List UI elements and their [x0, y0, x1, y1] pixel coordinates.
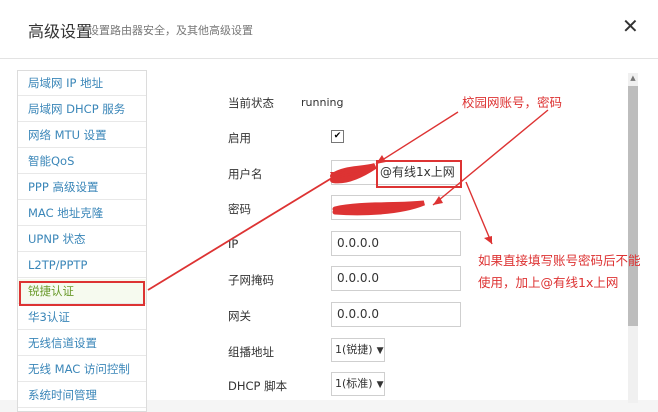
- sidebar: 局域网 IP 地址 局域网 DHCP 服务 网络 MTU 设置 智能QoS PP…: [17, 70, 147, 412]
- sidebar-item-qos[interactable]: 智能QoS: [18, 149, 146, 174]
- ip-label: IP: [228, 237, 239, 251]
- dialog-header: 高级设置 设置路由器安全，及其他高级设置 ✕: [0, 0, 658, 59]
- sidebar-item-system-time[interactable]: 系统时间管理: [18, 383, 146, 408]
- scroll-up-icon[interactable]: ▲: [628, 73, 638, 83]
- chevron-down-icon: ▼: [376, 380, 384, 390]
- sidebar-item-lan-ip[interactable]: 局域网 IP 地址: [18, 71, 146, 96]
- username-label: 用户名: [228, 167, 263, 181]
- scrollbar-thumb[interactable]: [628, 86, 638, 326]
- subnet-mask-label: 子网掩码: [228, 273, 274, 287]
- enable-checkbox[interactable]: ✔: [331, 130, 344, 143]
- arrow-to-side-note: [465, 181, 493, 245]
- sidebar-item-wireless-channel[interactable]: 无线信道设置: [18, 331, 146, 356]
- sidebar-item-wireless-mac[interactable]: 无线 MAC 访问控制: [18, 357, 146, 382]
- advanced-settings-dialog: 高级设置 设置路由器安全，及其他高级设置 ✕ 局域网 IP 地址 局域网 DHC…: [0, 0, 658, 412]
- multicast-select-value: 1(锐捷): [335, 343, 373, 356]
- arrow-to-username: [375, 111, 459, 165]
- sidebar-item-lan-dhcp[interactable]: 局域网 DHCP 服务: [18, 97, 146, 122]
- ip-input[interactable]: 0.0.0.0: [331, 231, 461, 256]
- gateway-input[interactable]: 0.0.0.0: [331, 302, 461, 327]
- dhcp-script-select[interactable]: 1(标准) ▼: [331, 372, 385, 396]
- highlight-box-username: [376, 160, 462, 188]
- sidebar-item-ppp[interactable]: PPP 高级设置: [18, 175, 146, 200]
- annotation-account-password: 校园网账号，密码: [462, 95, 563, 110]
- password-input[interactable]: [331, 195, 461, 220]
- dhcp-script-label: DHCP 脚本: [228, 379, 288, 393]
- sidebar-item-h3c-auth[interactable]: 华3认证: [18, 305, 146, 330]
- sidebar-item-l2tp[interactable]: L2TP/PPTP: [18, 253, 146, 278]
- sidebar-item-upnp[interactable]: UPNP 状态: [18, 227, 146, 252]
- enable-label: 启用: [228, 131, 251, 145]
- dhcp-script-select-value: 1(标准): [335, 377, 373, 390]
- sidebar-item-mtu[interactable]: 网络 MTU 设置: [18, 123, 146, 148]
- subnet-mask-input[interactable]: 0.0.0.0: [331, 266, 461, 291]
- gateway-label: 网关: [228, 309, 251, 323]
- multicast-label: 组播地址: [228, 345, 274, 359]
- status-label: 当前状态: [228, 96, 274, 110]
- highlight-box-ruijie: [19, 281, 145, 306]
- dialog-subtitle: 设置路由器安全，及其他高级设置: [88, 24, 253, 37]
- close-icon[interactable]: ✕: [622, 16, 639, 36]
- annotation-note-line1: 如果直接填写账号密码后不能: [478, 253, 641, 268]
- chevron-down-icon: ▼: [376, 346, 384, 356]
- arrow-head-side-note: [484, 236, 492, 244]
- multicast-select[interactable]: 1(锐捷) ▼: [331, 338, 385, 362]
- status-value: running: [301, 96, 344, 109]
- password-label: 密码: [228, 202, 251, 216]
- annotation-note-line2: 使用，加上@有线1x上网: [478, 275, 619, 290]
- sidebar-item-mac-clone[interactable]: MAC 地址克隆: [18, 201, 146, 226]
- arrow-to-password: [432, 109, 549, 206]
- dialog-title: 高级设置: [28, 22, 93, 41]
